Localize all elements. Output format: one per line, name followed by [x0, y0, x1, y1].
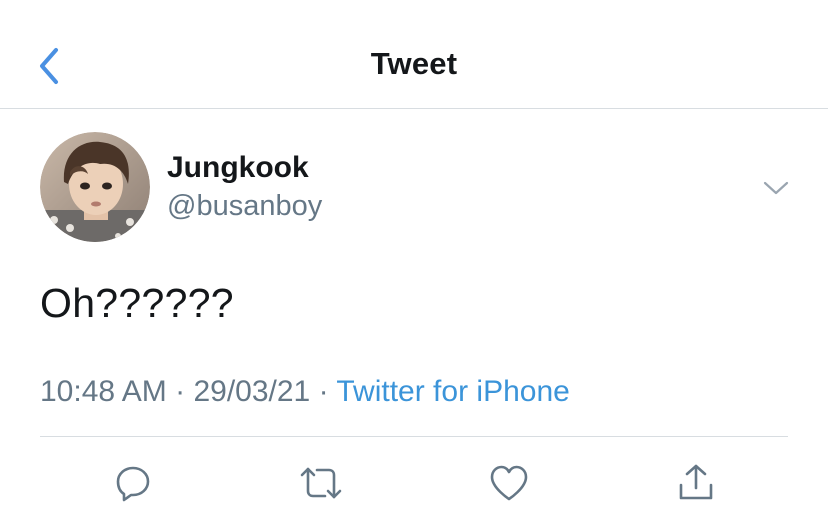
tweet-detail-screen: Tweet Jungkook @busanboy Oh?????? 10:48 … — [0, 0, 828, 519]
meta-separator: · — [175, 375, 186, 408]
tweet-source-link[interactable]: Twitter for iPhone — [336, 375, 569, 408]
chevron-down-icon — [763, 181, 789, 195]
tweet-text: Oh?????? — [40, 280, 234, 326]
nav-header: Tweet — [0, 0, 828, 109]
author-handle[interactable]: @busanboy — [167, 190, 322, 223]
avatar-image — [40, 132, 150, 242]
tweet-meta: 10:48 AM · 29/03/21 · Twitter for iPhone — [40, 375, 570, 409]
like-icon — [490, 465, 528, 501]
divider — [40, 436, 788, 437]
more-options-button[interactable] — [760, 172, 792, 204]
avatar[interactable] — [40, 132, 150, 242]
retweet-button[interactable] — [296, 458, 346, 508]
retweet-icon — [300, 467, 342, 499]
page-title: Tweet — [370, 46, 458, 81]
author-display-name[interactable]: Jungkook — [167, 151, 309, 185]
tweet-date: 29/03/21 — [193, 375, 311, 408]
tweet-time: 10:48 AM — [40, 375, 167, 408]
meta-separator: · — [318, 375, 329, 408]
reply-button[interactable] — [108, 458, 158, 508]
share-button[interactable] — [671, 458, 721, 508]
like-button[interactable] — [484, 458, 534, 508]
reply-icon — [116, 466, 150, 502]
share-icon — [679, 464, 713, 500]
